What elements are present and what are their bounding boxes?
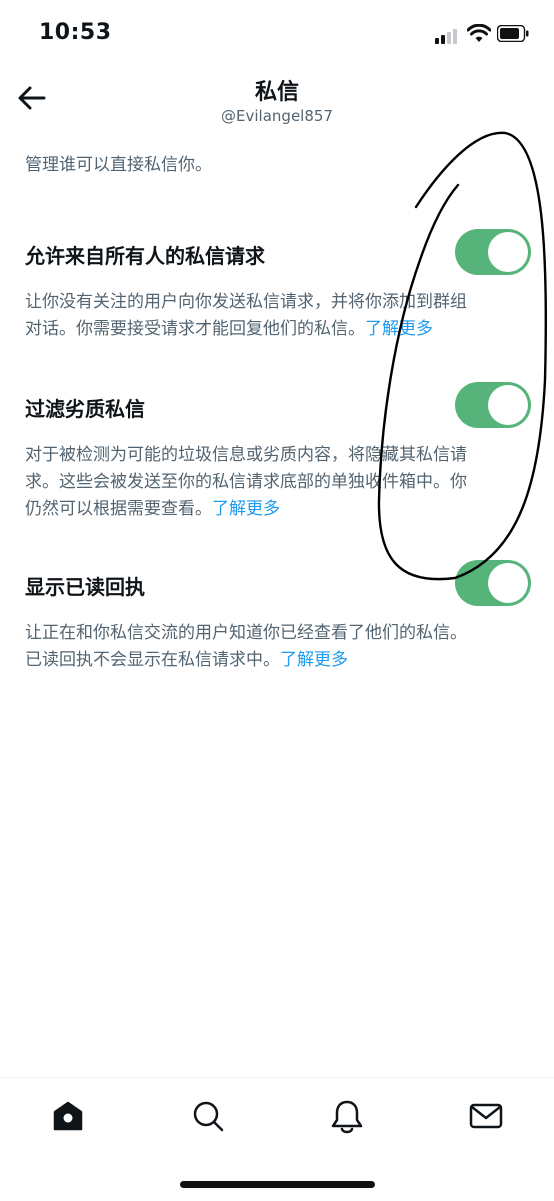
learn-more-link[interactable]: 了解更多 [365,319,433,339]
home-indicator[interactable] [180,1181,375,1188]
setting-desc-read-receipts: 让正在和你私信交流的用户知道你已经查看了他们的私信。 已读回执不会显示在私信请求… [25,620,535,674]
setting-title-filter-low-quality: 过滤劣质私信 [25,397,145,421]
desc-line: 对于被检测为可能的垃圾信息或劣质内容，将隐藏其私信请 [25,445,467,465]
learn-more-link[interactable]: 了解更多 [280,650,348,670]
account-handle: @Evilangel857 [221,107,333,125]
setting-desc-filter-low-quality: 对于被检测为可能的垃圾信息或劣质内容，将隐藏其私信请 求。这些会被发送至你的私信… [25,442,535,523]
messages-envelope-icon[interactable] [466,1096,506,1136]
cellular-signal-icon [435,28,461,44]
desc-line: 仍然可以根据需要查看。 [25,499,212,519]
desc-line: 让你没有关注的用户向你发送私信请求，并将你添加到群组 [25,292,467,312]
read-receipts-toggle[interactable] [455,560,531,606]
toggle-knob [488,563,528,603]
toggle-knob [488,385,528,425]
wifi-icon [467,24,491,42]
learn-more-link[interactable]: 了解更多 [212,499,280,519]
toggle-knob [488,232,528,272]
page-title: 私信 [254,80,299,105]
home-icon[interactable] [48,1096,88,1136]
intro-text: 管理谁可以直接私信你。 [25,155,212,175]
allow-requests-toggle[interactable] [455,229,531,275]
desc-line: 让正在和你私信交流的用户知道你已经查看了他们的私信。 [25,623,467,643]
desc-line: 求。这些会被发送至你的私信请求底部的单独收件箱中。你 [25,472,467,492]
filter-low-quality-toggle[interactable] [455,382,531,428]
desc-line: 对话。你需要接受请求才能回复他们的私信。 [25,319,365,339]
setting-title-allow-requests: 允许来自所有人的私信请求 [25,244,265,268]
setting-title-read-receipts: 显示已读回执 [25,575,145,599]
status-bar: 10:53 [0,0,554,70]
battery-icon [497,25,529,42]
search-icon[interactable] [188,1096,228,1136]
page-header: 私信 @Evilangel857 [0,70,554,132]
notifications-bell-icon[interactable] [327,1096,367,1136]
desc-line: 已读回执不会显示在私信请求中。 [25,650,280,670]
status-time: 10:53 [39,20,112,45]
setting-desc-allow-requests: 让你没有关注的用户向你发送私信请求，并将你添加到群组 对话。你需要接受请求才能回… [25,289,535,343]
